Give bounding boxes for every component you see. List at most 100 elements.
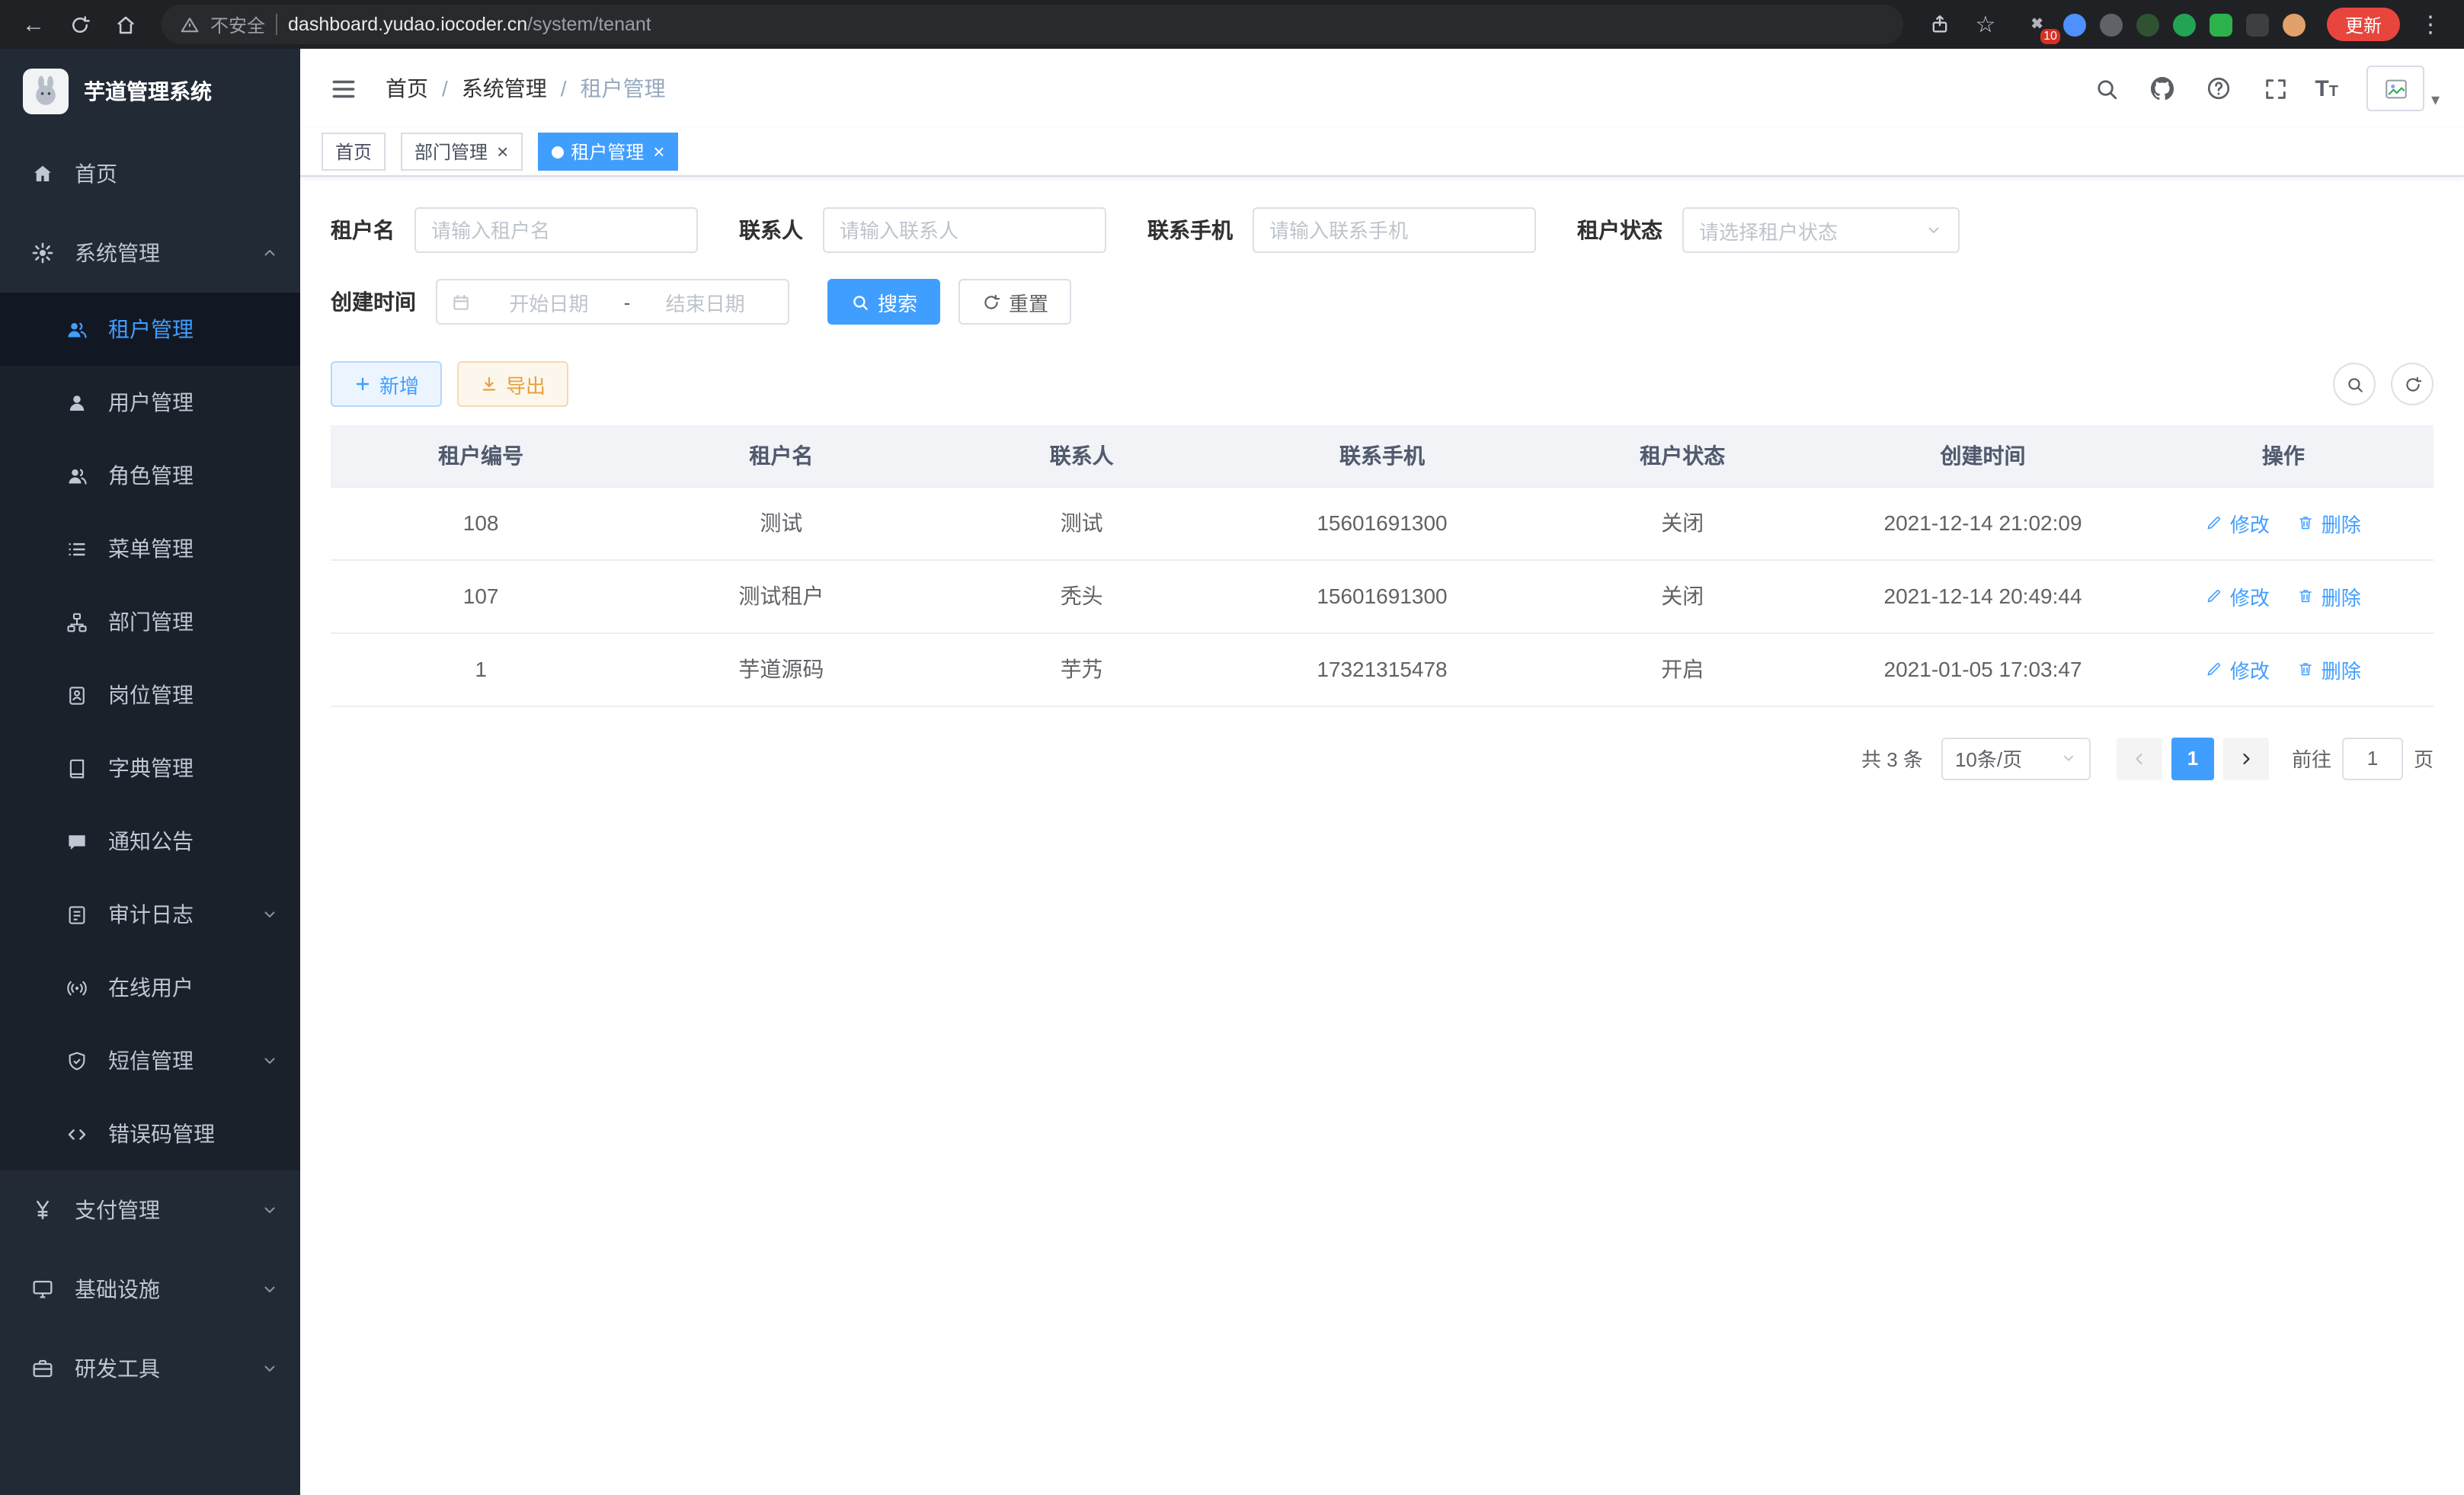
user-avatar[interactable] <box>2367 66 2425 111</box>
chevron-down-icon <box>261 1359 279 1378</box>
date-start-placeholder[interactable]: 开始日期 <box>480 287 618 316</box>
prev-page-button[interactable] <box>2117 737 2162 780</box>
sidebar-item-notice[interactable]: 通知公告 <box>0 805 300 878</box>
filter-contact: 联系人 <box>739 207 1106 253</box>
browser-reload-icon[interactable] <box>58 3 101 46</box>
page-number-button[interactable]: 1 <box>2171 737 2214 780</box>
chevron-down-icon <box>261 1280 279 1298</box>
col-actions: 操作 <box>2133 425 2434 486</box>
extension-pin-icon[interactable]: 10 <box>2022 11 2050 38</box>
tag-home[interactable]: 首页 <box>322 133 386 171</box>
tag-dept[interactable]: 部门管理 × <box>401 133 522 171</box>
add-button[interactable]: 新增 <box>331 361 442 407</box>
sidebar-item-label: 用户管理 <box>108 387 279 418</box>
search-icon[interactable] <box>2089 72 2123 105</box>
close-icon[interactable]: × <box>497 142 508 162</box>
navbar-actions: TT ▾ <box>2089 66 2440 111</box>
main-area: 首页 / 系统管理 / 租户管理 TT ▾ <box>300 49 2464 1495</box>
fullscreen-icon[interactable] <box>2258 72 2292 105</box>
sidebar-item-infra[interactable]: 基础设施 <box>0 1250 300 1329</box>
system-submenu: 租户管理 用户管理 角色管理 菜单管理 部门管理 <box>0 293 300 1170</box>
home-icon <box>30 162 55 186</box>
mobile-input[interactable] <box>1253 207 1536 253</box>
delete-button[interactable]: 删除 <box>2297 581 2361 610</box>
extension-icon-tan-face[interactable] <box>2283 13 2306 36</box>
delete-button[interactable]: 删除 <box>2297 655 2361 683</box>
sidebar-item-auditlog[interactable]: 审计日志 <box>0 878 300 951</box>
caret-down-icon[interactable]: ▾ <box>2431 90 2440 111</box>
status-select[interactable]: 请选择租户状态 <box>1682 207 1960 253</box>
browser-menu-icon[interactable]: ⋮ <box>2409 3 2452 46</box>
extension-icon-blue[interactable] <box>2063 13 2086 36</box>
browser-home-icon[interactable] <box>104 3 146 46</box>
github-icon[interactable] <box>2146 72 2179 105</box>
breadcrumb-home[interactable]: 首页 <box>386 73 428 104</box>
role-users-icon <box>64 463 88 488</box>
avatar-area: ▾ <box>2367 66 2440 111</box>
sidebar-item-menu[interactable]: 菜单管理 <box>0 512 300 585</box>
font-size-icon[interactable]: TT <box>2315 77 2338 100</box>
toggle-search-button[interactable] <box>2333 363 2376 405</box>
security-warning-icon[interactable] <box>180 14 200 34</box>
browser-back-icon[interactable]: ← <box>12 3 55 46</box>
cell-mobile: 15601691300 <box>1232 486 1532 559</box>
reset-button[interactable]: 重置 <box>958 279 1071 325</box>
app-shell: 芋道管理系统 首页 系统管理 租户管理 用户管理 <box>0 49 2464 1495</box>
bookmark-star-icon[interactable]: ☆ <box>1964 3 2007 46</box>
sidebar-item-system[interactable]: 系统管理 <box>0 213 300 293</box>
sidebar-item-user[interactable]: 用户管理 <box>0 366 300 439</box>
share-icon[interactable] <box>1918 3 1961 46</box>
security-label[interactable]: 不安全 <box>210 11 265 37</box>
cell-contact: 秃头 <box>932 559 1232 632</box>
page-size-select[interactable]: 10条/页 <box>1941 737 2091 780</box>
online-signal-icon <box>64 975 88 1000</box>
code-icon <box>64 1122 88 1146</box>
contact-input[interactable] <box>823 207 1106 253</box>
export-button[interactable]: 导出 <box>457 361 568 407</box>
tenant-name-input[interactable] <box>414 207 698 253</box>
sidebar-item-sms[interactable]: 短信管理 <box>0 1024 300 1097</box>
tag-tenant[interactable]: 租户管理 × <box>537 133 678 171</box>
table-row: 108 测试 测试 15601691300 关闭 2021-12-14 21:0… <box>331 486 2434 559</box>
update-button[interactable]: 更新 <box>2327 8 2400 41</box>
sidebar-item-errorcode[interactable]: 错误码管理 <box>0 1097 300 1170</box>
help-icon[interactable] <box>2202 72 2235 105</box>
goto-page-input[interactable] <box>2342 737 2403 780</box>
logo-row[interactable]: 芋道管理系统 <box>0 49 300 134</box>
extension-icon-green-circle[interactable] <box>2173 13 2196 36</box>
edit-button[interactable]: 修改 <box>2206 581 2270 610</box>
sidebar-toggle-icon[interactable] <box>325 70 361 107</box>
field-label: 联系手机 <box>1147 215 1233 245</box>
sidebar-item-dict[interactable]: 字典管理 <box>0 731 300 805</box>
address-bar[interactable]: 不安全 dashboard.yudao.iocoder.cn/system/te… <box>162 5 1903 44</box>
sidebar-item-role[interactable]: 角色管理 <box>0 439 300 512</box>
sidebar-item-online[interactable]: 在线用户 <box>0 951 300 1024</box>
sidebar-item-post[interactable]: 岗位管理 <box>0 658 300 731</box>
extension-icon-puzzle-dark[interactable] <box>2246 13 2269 36</box>
extension-icon-dark[interactable] <box>2100 13 2123 36</box>
extension-icon-darkgreen[interactable] <box>2136 13 2159 36</box>
sidebar-item-label: 基础设施 <box>75 1274 251 1305</box>
extension-icon-green-chat[interactable] <box>2210 13 2232 36</box>
edit-button[interactable]: 修改 <box>2206 655 2270 683</box>
address-divider <box>276 14 277 35</box>
sidebar-item-devtool[interactable]: 研发工具 <box>0 1329 300 1408</box>
date-range-picker[interactable]: 开始日期 - 结束日期 <box>436 279 789 325</box>
sidebar-item-dept[interactable]: 部门管理 <box>0 585 300 658</box>
sidebar-item-pay[interactable]: 支付管理 <box>0 1170 300 1250</box>
next-page-button[interactable] <box>2223 737 2269 780</box>
sidebar-item-tenant[interactable]: 租户管理 <box>0 293 300 366</box>
date-end-placeholder[interactable]: 结束日期 <box>636 287 774 316</box>
refresh-table-button[interactable] <box>2391 363 2434 405</box>
table-header-row: 租户编号 租户名 联系人 联系手机 租户状态 创建时间 操作 <box>331 425 2434 486</box>
close-icon[interactable]: × <box>653 142 664 162</box>
edit-button[interactable]: 修改 <box>2206 508 2270 537</box>
delete-button[interactable]: 删除 <box>2297 508 2361 537</box>
search-button[interactable]: 搜索 <box>827 279 940 325</box>
filter-create-time: 创建时间 开始日期 - 结束日期 <box>331 279 789 325</box>
field-label: 租户状态 <box>1577 215 1662 245</box>
sidebar-item-home[interactable]: 首页 <box>0 134 300 213</box>
sidebar-item-label: 系统管理 <box>75 238 251 268</box>
table-row: 107 测试租户 秃头 15601691300 关闭 2021-12-14 20… <box>331 559 2434 632</box>
breadcrumb-system[interactable]: 系统管理 <box>462 73 547 104</box>
